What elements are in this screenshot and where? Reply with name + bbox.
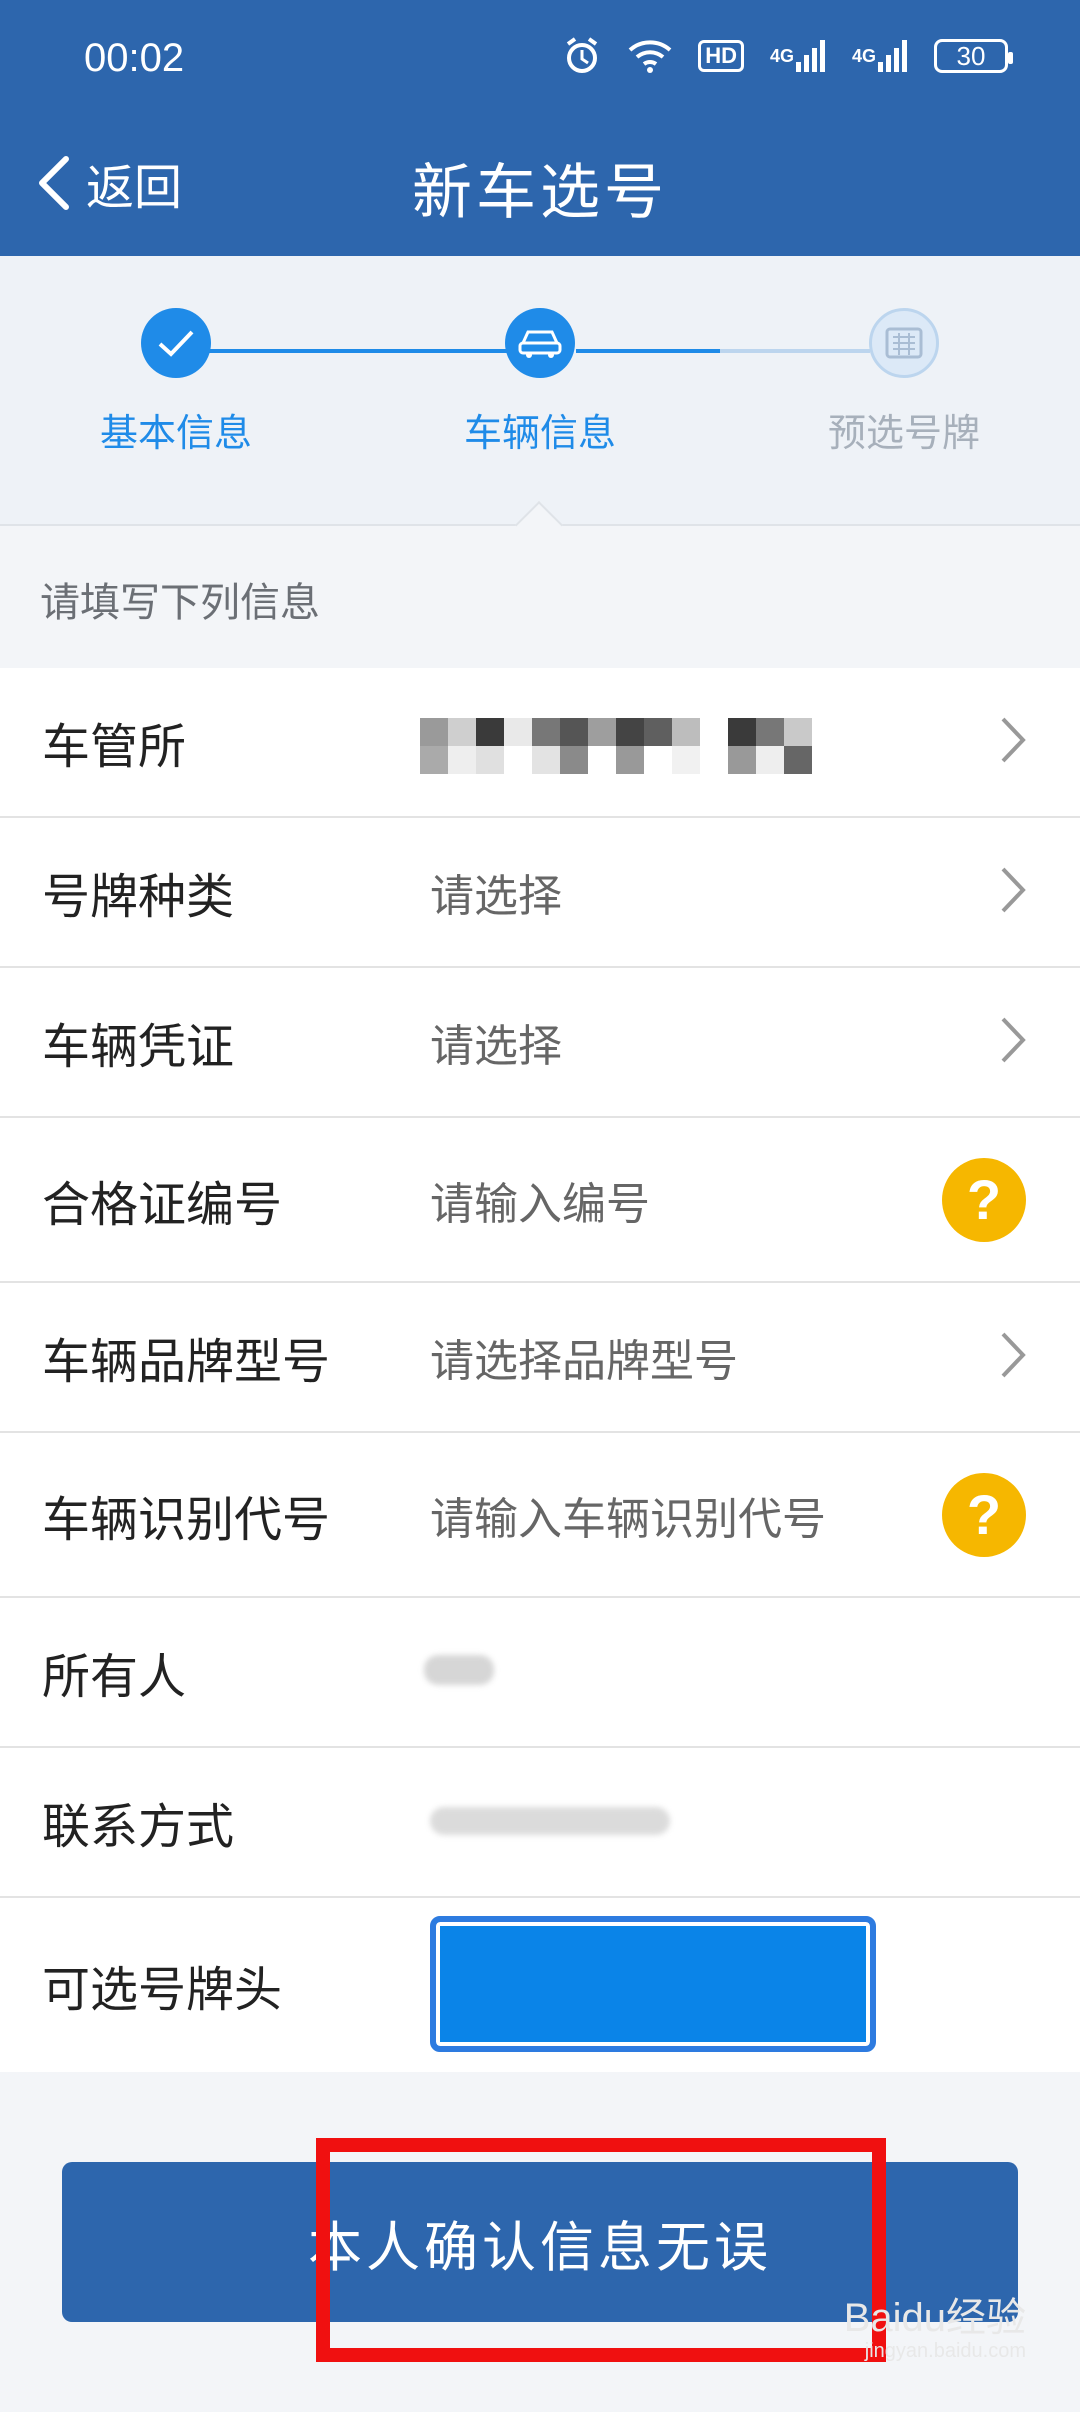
field-label: 合格证编号 xyxy=(42,1176,283,1233)
field-label: 车管所 xyxy=(42,719,187,775)
battery-icon: 30 xyxy=(934,39,1013,73)
step-label: 基本信息 xyxy=(99,411,252,455)
field-label: 号牌种类 xyxy=(42,869,235,925)
redacted-value xyxy=(420,718,868,774)
step-label: 车辆信息 xyxy=(463,411,616,455)
row-brand-model[interactable]: 车辆品牌型号 请选择品牌型号 xyxy=(0,1283,1080,1433)
step-preselect-plate: 预选号牌 xyxy=(784,308,1024,457)
row-owner: 所有人 xyxy=(0,1598,1080,1748)
chevron-right-icon xyxy=(1000,1331,1026,1383)
alarm-icon xyxy=(562,36,602,76)
watermark-brand: Baidu经验 xyxy=(843,2296,1026,2340)
hd-icon: HD xyxy=(698,40,744,72)
field-label: 可选号牌头 xyxy=(42,1962,283,2018)
wifi-icon xyxy=(628,38,672,74)
redacted-contact xyxy=(420,1795,680,1849)
step-caret xyxy=(514,500,564,550)
row-vehicle-office[interactable]: 车管所 xyxy=(0,668,1080,818)
check-icon xyxy=(141,308,211,378)
field-value: 请选择品牌型号 xyxy=(430,1336,738,1387)
field-value: 请选择 xyxy=(430,1021,562,1072)
car-icon xyxy=(505,308,575,378)
row-vin: 车辆识别代号 请输入车辆识别代号 ? xyxy=(0,1433,1080,1598)
watermark-sub: jingyan.baidu.com xyxy=(864,2340,1026,2362)
field-label: 联系方式 xyxy=(42,1799,235,1855)
status-icons: HD 4G 4G 30 xyxy=(562,36,1013,76)
field-label: 车辆凭证 xyxy=(42,1019,235,1075)
step-indicator: 基本信息 车辆信息 预选号牌 xyxy=(0,256,1080,550)
certificate-number-input[interactable]: 请输入编号 xyxy=(430,1168,650,1232)
page-title: 新车选号 xyxy=(412,158,668,228)
app-header: 00:02 HD 4G 4G 30 返回 新车选号 xyxy=(0,0,1080,256)
field-value: 请选择 xyxy=(430,871,562,922)
watermark: Baidu经验 jingyan.baidu.com xyxy=(844,2296,1026,2362)
signal-icon-sim1: 4G xyxy=(770,40,826,72)
help-icon[interactable]: ? xyxy=(942,1472,1026,1557)
plate-icon xyxy=(869,308,939,378)
section-hint: 请填写下列信息 xyxy=(40,580,320,626)
redacted-owner xyxy=(420,1645,510,1699)
step-vehicle-info: 车辆信息 xyxy=(420,308,660,457)
step-label: 预选号牌 xyxy=(827,411,980,455)
row-plate-prefix: 可选号牌头 xyxy=(0,1898,1080,2072)
status-time: 00:02 xyxy=(84,36,185,80)
field-label: 所有人 xyxy=(42,1649,187,1705)
chevron-right-icon xyxy=(1000,866,1026,918)
row-vehicle-certificate[interactable]: 车辆凭证 请选择 xyxy=(0,968,1080,1118)
step-basic-info: 基本信息 xyxy=(56,308,296,457)
chevron-right-icon xyxy=(1000,1016,1026,1068)
chevron-right-icon xyxy=(1000,716,1026,768)
help-icon[interactable]: ? xyxy=(942,1157,1026,1242)
field-label: 车辆品牌型号 xyxy=(42,1334,331,1390)
field-label: 车辆识别代号 xyxy=(42,1491,331,1548)
vehicle-form: 车管所 号牌种类 请选择 车辆凭证 请选择 合格证编号 请输入编号 ? 车辆品牌… xyxy=(0,668,1080,2072)
row-certificate-number: 合格证编号 请输入编号 ? xyxy=(0,1118,1080,1283)
vin-input[interactable]: 请输入车辆识别代号 xyxy=(430,1483,826,1547)
row-plate-type[interactable]: 号牌种类 请选择 xyxy=(0,818,1080,968)
plate-prefix-selector[interactable] xyxy=(430,1916,876,2052)
row-contact: 联系方式 xyxy=(0,1748,1080,1898)
signal-icon-sim2: 4G xyxy=(852,40,908,72)
